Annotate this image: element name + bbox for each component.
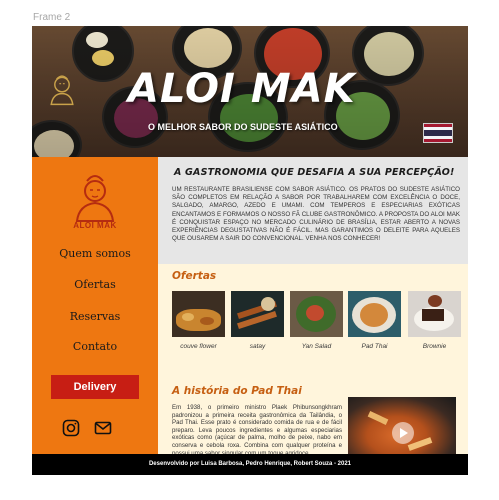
history-text: Em 1938, o primeiro ministro Plaek Phibu… [172,404,342,457]
history-title: A história do Pad Thai [172,385,302,397]
nav-quem-somos[interactable]: Quem somos [32,247,158,260]
offer-label: Yan Salad [301,343,332,350]
intro-title: A GASTRONOMIA QUE DESAFIA A SUA PERCEPÇÃ… [174,167,455,178]
offer-label: Brownie [422,343,447,350]
buddha-logo-icon [50,75,74,106]
offer-image-couve-flower [172,291,225,337]
buddha-logo-icon [75,175,115,222]
offer-card[interactable]: satay [231,291,284,350]
offer-image-yan-salad [290,291,343,337]
thailand-flag-icon [423,123,453,143]
offer-image-brownie [408,291,461,337]
offer-image-pad-thai [348,291,401,337]
offer-card[interactable]: couve flower [172,291,225,350]
sidebar: ALOI MAK Quem somos Ofertas Reservas Con… [32,157,158,454]
intro-section: A GASTRONOMIA QUE DESAFIA A SUA PERCEPÇÃ… [158,157,468,264]
hero-subtitle: O MELHOR SABOR DO SUDESTE ASIÁTICO [148,122,338,132]
offer-card[interactable]: Yan Salad [290,291,343,350]
mail-icon[interactable] [94,419,112,437]
offer-card[interactable]: Pad Thai [348,291,401,350]
hero-banner: ALOI MAK O MELHOR SABOR DO SUDESTE ASIÁT… [32,26,468,157]
nav-ofertas[interactable]: Ofertas [32,278,158,291]
offer-label: satay [249,343,266,350]
page: ALOI MAK O MELHOR SABOR DO SUDESTE ASIÁT… [32,26,468,475]
sidebar-logo-text: ALOI MAK [73,221,117,230]
hero-title: ALOI MAK [128,66,356,112]
offer-image-satay [231,291,284,337]
intro-text: UM RESTAURANTE BRASILIENSE COM SABOR ASI… [172,186,460,243]
nav-contato[interactable]: Contato [32,340,158,353]
ofertas-title: Ofertas [172,270,217,282]
ofertas-section: Ofertas couve flower satay Yan Salad Pad… [158,264,468,467]
offer-label: Pad Thai [361,343,388,350]
footer: Desenvolvido por Luisa Barbosa, Pedro He… [32,454,468,475]
instagram-icon[interactable] [62,419,80,437]
play-icon[interactable] [392,422,414,444]
frame-label: Frame 2 [33,12,71,23]
offer-card[interactable]: Brownie [408,291,461,350]
nav-reservas[interactable]: Reservas [32,310,158,323]
delivery-button[interactable]: Delivery [51,375,139,399]
offer-label: couve flower [180,343,217,350]
